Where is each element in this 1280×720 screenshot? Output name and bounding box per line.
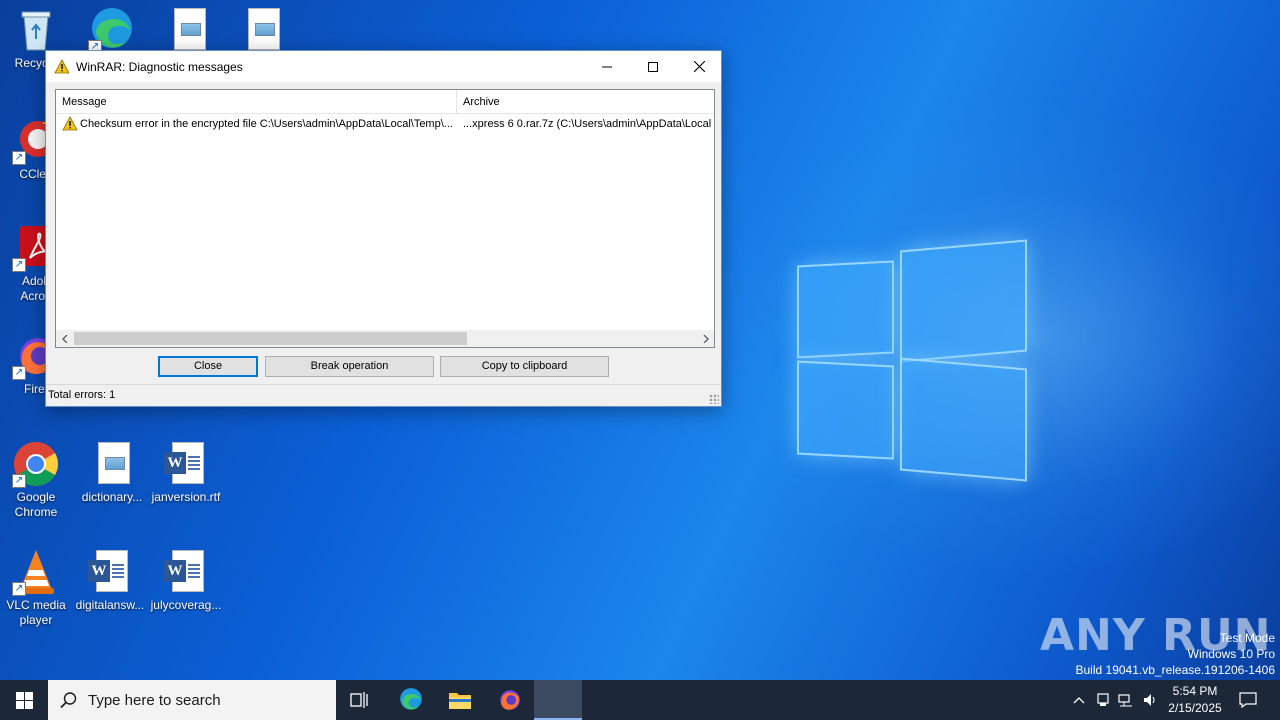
task-view-button[interactable] — [336, 680, 384, 720]
column-header-archive[interactable]: Archive — [457, 90, 714, 113]
notification-icon — [1239, 692, 1257, 708]
word-doc-icon: W — [162, 548, 210, 596]
word-doc-icon: W — [86, 548, 134, 596]
windows-edition-line: Windows 10 Pro — [1187, 647, 1275, 661]
taskbar-winrar-active[interactable] — [534, 680, 582, 720]
desktop-icon-image-file[interactable]: dictionary... — [76, 440, 148, 505]
close-window-button[interactable] — [676, 51, 722, 82]
desktop-icon-word-doc[interactable]: W julycoverag... — [150, 548, 222, 613]
scrollbar-thumb[interactable] — [74, 332, 467, 345]
recycle-bin-icon — [12, 6, 60, 54]
clock-date: 2/15/2025 — [1168, 701, 1222, 715]
action-center-button[interactable] — [1234, 680, 1262, 720]
volume-button[interactable] — [1139, 680, 1161, 720]
desktop-icon-label: julycoverag... — [150, 598, 222, 612]
messages-list[interactable]: Message Archive Checksum error in the en… — [55, 89, 715, 348]
scroll-left-button[interactable] — [56, 330, 73, 347]
windows-logo-pane — [797, 360, 894, 460]
show-hidden-icons-button[interactable] — [1068, 680, 1090, 720]
test-mode-watermark: Test Mode Windows 10 Pro Build 19041.vb_… — [1076, 630, 1276, 678]
shortcut-arrow-icon: ↗ — [12, 474, 26, 488]
desktop-icon-edge[interactable]: ↗ — [76, 6, 148, 56]
warning-icon — [62, 116, 78, 131]
total-errors-text: Total errors: 1 — [48, 389, 116, 401]
minimize-icon — [602, 66, 612, 67]
desktop-icon-label: janversion.rtf — [151, 490, 221, 504]
break-operation-button[interactable]: Break operation — [265, 356, 434, 377]
firefox-icon — [500, 690, 520, 710]
dialog-title: WinRAR: Diagnostic messages — [76, 59, 243, 74]
speaker-icon — [1144, 694, 1155, 706]
taskbar: 5:54 PM 2/15/2025 — [0, 680, 1280, 720]
test-mode-line: Test Mode — [1219, 631, 1275, 645]
desktop-icon-word-doc[interactable]: W janversion.rtf — [150, 440, 222, 505]
copy-to-clipboard-button[interactable]: Copy to clipboard — [440, 356, 609, 377]
windows-logo-pane — [900, 357, 1027, 482]
desktop-icon-image-file[interactable] — [226, 6, 298, 56]
windows-logo-icon — [15, 691, 33, 709]
shortcut-arrow-icon: ↗ — [12, 151, 26, 165]
dialog-titlebar[interactable]: WinRAR: Diagnostic messages — [46, 51, 721, 82]
shortcut-arrow-icon: ↗ — [12, 366, 26, 380]
warning-icon — [54, 58, 70, 73]
clock-time: 5:54 PM — [1172, 684, 1218, 698]
close-icon — [693, 61, 705, 72]
vlc-icon: ↗ — [12, 548, 60, 596]
archive-cell: ...xpress 6 0.rar.7z (C:\Users\admin\App… — [463, 118, 712, 130]
horizontal-scrollbar[interactable] — [56, 330, 714, 347]
close-button[interactable]: Close — [158, 356, 258, 377]
taskbar-clock[interactable]: 5:54 PM 2/15/2025 — [1160, 683, 1230, 717]
chevron-left-icon — [61, 334, 67, 343]
scroll-right-button[interactable] — [697, 330, 714, 347]
taskbar-search-box[interactable] — [48, 680, 336, 720]
list-row[interactable]: Checksum error in the encrypted file C:\… — [56, 114, 714, 134]
word-doc-icon: W — [162, 440, 210, 488]
search-icon — [60, 692, 77, 709]
taskbar-edge[interactable] — [387, 680, 435, 720]
network-icon — [1118, 694, 1132, 707]
start-button[interactable] — [0, 680, 48, 720]
tray-device-button[interactable] — [1092, 680, 1114, 720]
shortcut-arrow-icon: ↗ — [12, 258, 26, 272]
maximize-button[interactable] — [630, 51, 676, 82]
taskbar-file-explorer[interactable] — [436, 680, 484, 720]
desktop-icon-label: digitalansw... — [75, 598, 145, 612]
desktop-icon-vlc[interactable]: ↗ VLC media player — [0, 548, 72, 628]
image-file-icon — [164, 6, 212, 54]
maximize-icon — [648, 61, 658, 72]
status-bar: Total errors: 1 — [46, 384, 721, 406]
desktop-icon-label: Google Chrome — [14, 490, 58, 519]
minimize-button[interactable] — [584, 51, 630, 82]
message-text: Checksum error in the encrypted file C:\… — [80, 118, 453, 130]
desktop-icon-chrome[interactable]: ↗ Google Chrome — [0, 440, 72, 520]
winrar-diagnostic-dialog: WinRAR: Diagnostic messages Message Arch… — [45, 50, 722, 407]
column-header-message[interactable]: Message — [56, 90, 457, 113]
device-icon — [1097, 693, 1109, 706]
chrome-icon: ↗ — [12, 440, 60, 488]
desktop-icon-word-doc[interactable]: W digitalansw... — [74, 548, 146, 613]
shortcut-arrow-icon: ↗ — [12, 582, 26, 596]
list-header: Message Archive — [56, 90, 714, 114]
desktop-icon-label: VLC media player — [6, 598, 66, 627]
message-cell: Checksum error in the encrypted file C:\… — [56, 116, 457, 132]
edge-icon: ↗ — [88, 6, 136, 54]
taskbar-firefox[interactable] — [485, 680, 533, 720]
windows-logo-pane — [797, 260, 894, 359]
folder-icon — [449, 693, 471, 709]
image-file-icon — [88, 440, 136, 488]
task-view-icon — [350, 692, 368, 708]
chevron-up-icon — [1073, 697, 1085, 704]
desktop-icon-label: dictionary... — [81, 490, 143, 504]
network-button[interactable] — [1115, 680, 1137, 720]
edge-icon — [400, 688, 422, 710]
search-input[interactable] — [88, 691, 308, 709]
build-line: Build 19041.vb_release.191206-1406 — [1075, 663, 1276, 677]
image-file-icon — [238, 6, 286, 54]
resize-grip-icon[interactable] — [709, 394, 719, 404]
chevron-right-icon — [703, 334, 709, 343]
desktop-icon-image-file[interactable] — [152, 6, 224, 56]
windows-logo-pane — [900, 239, 1027, 363]
